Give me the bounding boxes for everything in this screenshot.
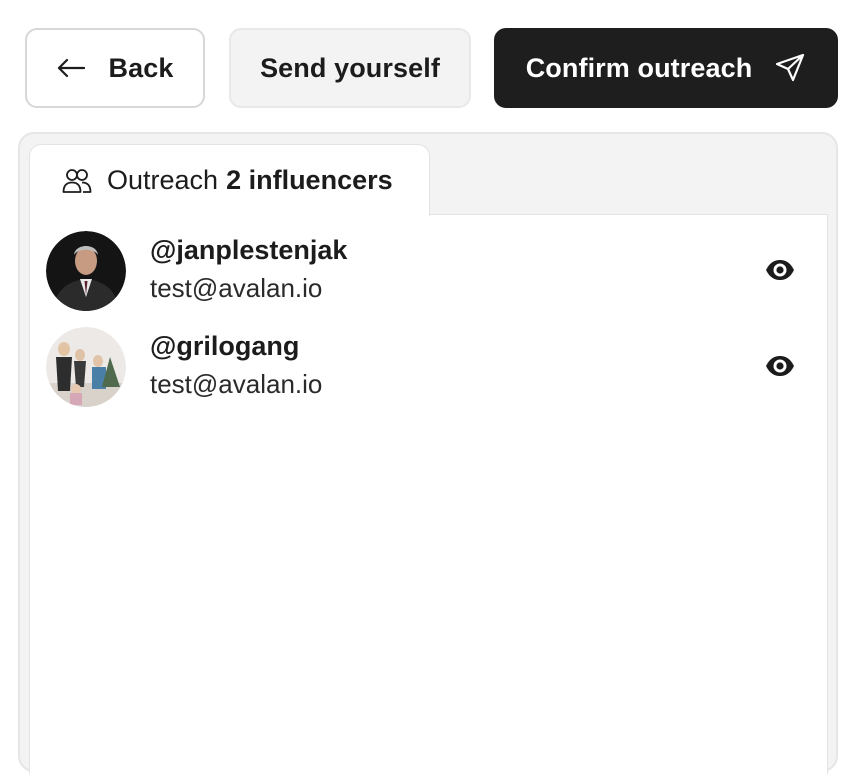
send-yourself-button[interactable]: Send yourself [229,28,471,108]
list-item: @janplestenjak test@avalan.io [46,231,811,311]
users-icon [62,168,92,193]
influencer-handle: @janplestenjak [150,235,348,265]
back-button[interactable]: Back [25,28,205,108]
influencer-list: @janplestenjak test@avalan.io @grilogang… [29,214,828,774]
send-yourself-label: Send yourself [260,52,440,83]
eye-icon[interactable] [765,353,795,379]
influencer-handle: @grilogang [150,331,300,361]
influencer-email: test@avalan.io [150,369,323,399]
avatar [46,327,126,407]
tab-prefix: Outreach [107,165,219,195]
influencer-email: test@avalan.io [150,273,323,303]
list-item: @grilogang test@avalan.io [46,327,811,407]
outreach-panel: Outreach 2 influencers @janplestenjak te… [18,132,838,774]
confirm-outreach-label: Confirm outreach [525,52,753,83]
paper-plane-icon [776,53,805,82]
eye-icon[interactable] [765,257,795,283]
back-button-label: Back [108,52,174,83]
tab-count: 2 influencers [226,165,393,195]
arrow-left-icon [57,58,85,78]
confirm-outreach-button[interactable]: Confirm outreach [494,28,838,108]
tab-outreach[interactable]: Outreach 2 influencers [29,144,430,216]
toolbar: Back Send yourself Confirm outreach [25,28,838,108]
avatar [46,231,126,311]
